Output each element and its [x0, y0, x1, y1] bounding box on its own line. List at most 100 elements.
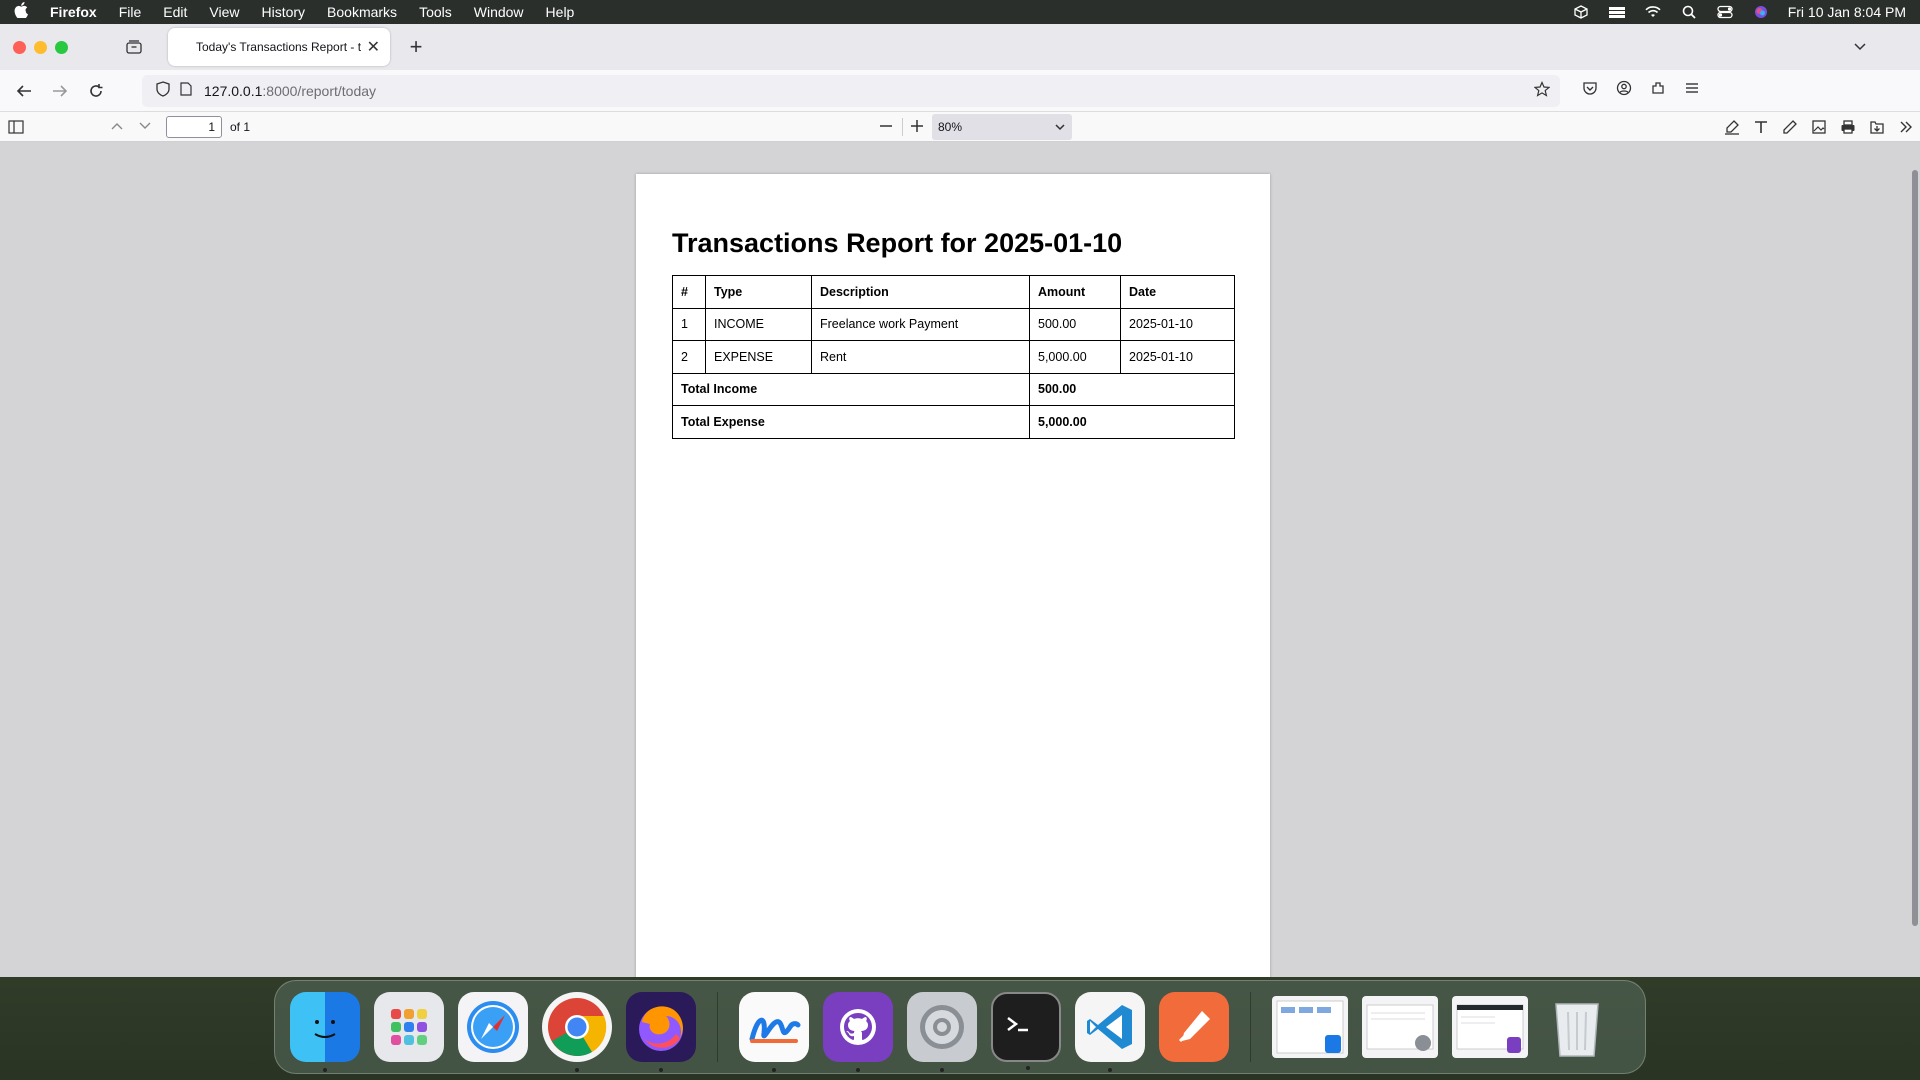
url-path: :8000/report/today — [262, 82, 377, 99]
close-window-button[interactable] — [13, 40, 26, 54]
firefox-icon[interactable] — [626, 992, 696, 1072]
text-tool-icon[interactable] — [1752, 118, 1769, 135]
cell-type: EXPENSE — [705, 340, 812, 374]
running-indicator — [659, 1068, 663, 1072]
wifi-icon[interactable] — [1644, 5, 1662, 19]
total-expense-value: 5,000.00 — [1029, 405, 1235, 439]
running-indicator — [1108, 1068, 1112, 1072]
terminal-icon[interactable] — [991, 992, 1061, 1070]
page-count: of 1 — [230, 119, 251, 134]
back-icon[interactable] — [6, 77, 42, 105]
cell-date: 2025-01-10 — [1120, 340, 1235, 374]
menu-bookmarks[interactable]: Bookmarks — [327, 4, 397, 20]
list-all-tabs-icon[interactable] — [1852, 38, 1868, 54]
vertical-scrollbar[interactable] — [1912, 170, 1918, 926]
table-row: 1 INCOME Freelance work Payment 500.00 2… — [672, 307, 1235, 341]
cell-amount: 5,000.00 — [1029, 340, 1121, 374]
minimize-window-button[interactable] — [34, 40, 47, 54]
bookmark-star-icon[interactable] — [1533, 81, 1551, 100]
running-indicator — [856, 1068, 860, 1072]
account-icon[interactable] — [1616, 80, 1632, 101]
apple-menu-icon[interactable] — [14, 1, 32, 23]
github-desktop-icon[interactable] — [823, 992, 893, 1072]
highlight-icon[interactable] — [1723, 118, 1740, 135]
menu-window[interactable]: Window — [474, 4, 524, 20]
sidebar-toggle-icon[interactable] — [8, 119, 24, 134]
menu-view[interactable]: View — [209, 4, 239, 20]
draw-icon[interactable] — [1781, 118, 1798, 135]
minimized-window-github-thumbnail[interactable] — [1452, 996, 1528, 1058]
clock[interactable]: Fri 10 Jan 8:04 PM — [1788, 4, 1906, 20]
save-icon[interactable] — [1868, 118, 1885, 135]
page-info-icon[interactable] — [180, 82, 192, 99]
cell-description: Freelance work Payment — [811, 307, 1030, 341]
dock — [274, 980, 1646, 1074]
status-area: Fri 10 Jan 8:04 PM — [1572, 4, 1906, 20]
chevron-down-icon — [1054, 120, 1066, 134]
dock-separator — [717, 992, 718, 1062]
storage-icon[interactable] — [1608, 5, 1626, 19]
vscode-icon[interactable] — [1075, 992, 1145, 1072]
window-controls — [13, 40, 68, 54]
minimized-window-finder-thumbnail[interactable] — [1272, 996, 1348, 1058]
url-host: 127.0.0.1 — [204, 82, 263, 99]
zoom-out-icon[interactable] — [878, 118, 894, 137]
image-tool-icon[interactable] — [1810, 118, 1827, 135]
transactions-table: # Type Description Amount Date 1 INCOME … — [672, 275, 1235, 439]
reload-icon[interactable] — [78, 77, 114, 105]
trash-icon[interactable] — [1542, 992, 1612, 1062]
new-tab-icon[interactable]: + — [404, 34, 428, 60]
menu-tools[interactable]: Tools — [419, 4, 452, 20]
cell-amount: 500.00 — [1029, 307, 1121, 341]
zoom-separator — [902, 118, 903, 136]
print-icon[interactable] — [1839, 118, 1856, 135]
control-center-icon[interactable] — [1716, 5, 1734, 19]
pdf-viewer[interactable]: Transactions Report for 2025-01-10 # Typ… — [0, 142, 1920, 977]
total-expense-label: Total Expense — [672, 405, 1030, 439]
spotlight-search-icon[interactable] — [1680, 5, 1698, 19]
minimized-window-settings-thumbnail[interactable] — [1362, 996, 1438, 1058]
tab-strip: Today's Transactions Report - t ✕ + — [0, 24, 1920, 70]
postman-icon[interactable] — [1159, 992, 1229, 1062]
system-settings-icon[interactable] — [907, 992, 977, 1072]
close-tab-icon[interactable]: ✕ — [367, 37, 380, 57]
next-page-icon[interactable] — [138, 119, 152, 134]
column-header: Amount — [1029, 275, 1121, 309]
total-income-row: Total Income 500.00 — [672, 372, 1235, 406]
report-title: Transactions Report for 2025-01-10 — [672, 228, 1123, 258]
more-tools-icon[interactable] — [1897, 118, 1914, 135]
previous-page-icon[interactable] — [110, 119, 124, 134]
zoom-select[interactable]: 80% — [932, 114, 1072, 140]
firefox-view-icon[interactable] — [122, 35, 146, 59]
total-income-value: 500.00 — [1029, 372, 1235, 406]
total-income-label: Total Income — [672, 372, 1030, 406]
extensions-icon[interactable] — [1650, 80, 1666, 101]
app-menu-icon[interactable] — [1684, 80, 1700, 101]
safari-icon[interactable] — [458, 992, 528, 1062]
launchpad-icon[interactable] — [374, 992, 444, 1062]
page-number-input[interactable]: 1 — [166, 115, 222, 138]
table-header-row: # Type Description Amount Date — [672, 275, 1235, 309]
url-bar[interactable]: 127.0.0.1:8000/report/today — [142, 74, 1560, 107]
pocket-icon[interactable] — [1582, 80, 1598, 101]
tab-title: Today's Transactions Report - t — [196, 40, 362, 54]
freeform-icon[interactable] — [739, 992, 809, 1072]
menu-edit[interactable]: Edit — [163, 4, 187, 20]
zoom-in-icon[interactable] — [909, 118, 925, 137]
running-indicator — [1026, 1066, 1030, 1070]
tracking-protection-shield-icon[interactable] — [156, 81, 170, 100]
forward-icon[interactable] — [42, 77, 78, 105]
zoom-window-button[interactable] — [55, 40, 68, 54]
finder-icon[interactable] — [290, 992, 360, 1072]
chrome-icon[interactable] — [542, 992, 612, 1072]
menu-app-firefox[interactable]: Firefox — [50, 4, 97, 20]
cell-date: 2025-01-10 — [1120, 307, 1235, 341]
menu-file[interactable]: File — [119, 4, 142, 20]
cell-type: INCOME — [705, 307, 812, 341]
box-icon[interactable] — [1572, 5, 1590, 19]
menu-history[interactable]: History — [261, 4, 305, 20]
cell-number: 2 — [672, 340, 706, 374]
siri-icon[interactable] — [1752, 5, 1770, 19]
tab-report[interactable]: Today's Transactions Report - t ✕ — [168, 28, 390, 66]
menu-help[interactable]: Help — [546, 4, 575, 20]
